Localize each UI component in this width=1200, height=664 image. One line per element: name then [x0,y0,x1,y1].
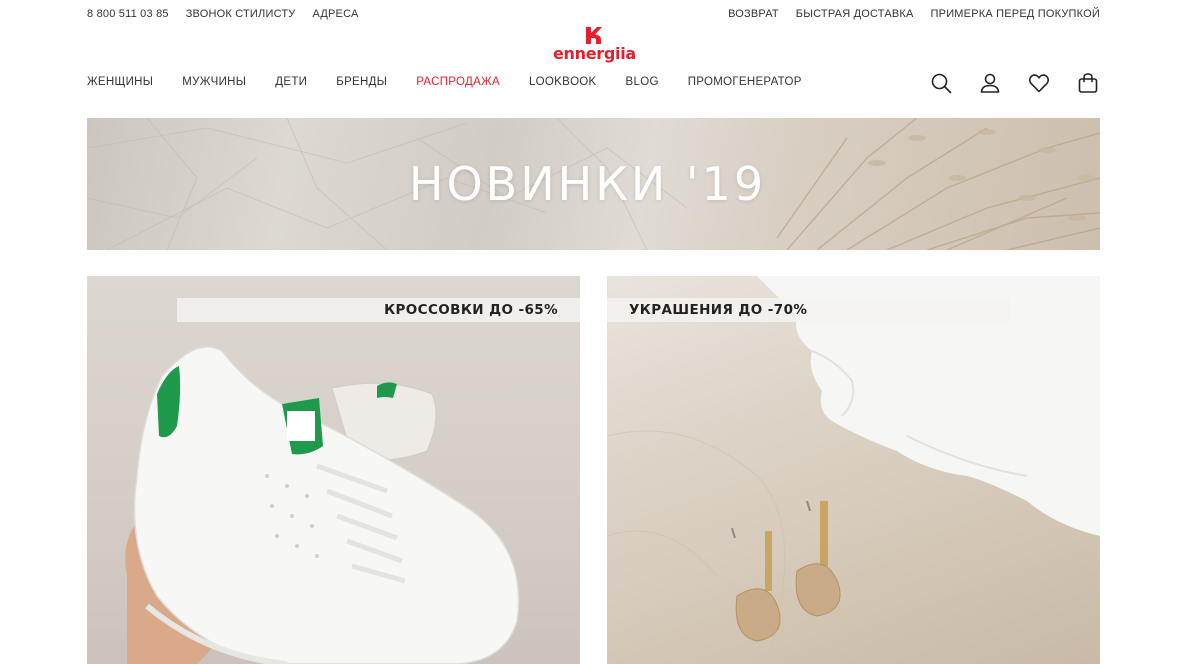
hero-title: НОВИНКИ '19 [408,157,767,211]
header-icons [930,72,1099,94]
top-utility-bar: 8 800 511 03 85 ЗВОНОК СТИЛИСТУ АДРЕСА В… [87,8,1100,22]
nav-women[interactable]: ЖЕНЩИНЫ [87,76,153,88]
logo-text: ennergiia [553,44,636,63]
nav-men[interactable]: МУЖЧИНЫ [182,76,246,88]
call-stylist-link[interactable]: ЗВОНОК СТИЛИСТУ [186,8,296,22]
fast-delivery-link[interactable]: БЫСТРАЯ ДОСТАВКА [796,8,914,22]
promo-card-jewelry[interactable]: УКРАШЕНИЯ ДО -70% [607,276,1100,664]
main-nav: ЖЕНЩИНЫ МУЖЧИНЫ ДЕТИ БРЕНДЫ РАСПРОДАЖА L… [87,76,802,88]
returns-link[interactable]: ВОЗВРАТ [728,8,779,22]
addresses-link[interactable]: АДРЕСА [312,8,358,22]
heart-icon[interactable] [1028,72,1050,94]
search-icon[interactable] [930,72,952,94]
site-logo[interactable]: ennergiia [553,26,636,66]
sneaker-image [125,346,520,664]
nav-lookbook[interactable]: LOOKBOOK [529,76,597,88]
user-icon[interactable] [979,72,1001,94]
jewelry-image [607,276,1100,664]
nav-kids[interactable]: ДЕТИ [275,76,307,88]
top-right-links: ВОЗВРАТ БЫСТРАЯ ДОСТАВКА ПРИМЕРКА ПЕРЕД … [728,8,1100,22]
promo-label-sneakers: КРОССОВКИ ДО -65% [177,298,580,322]
promo-label-jewelry: УКРАШЕНИЯ ДО -70% [607,298,1010,322]
try-before-buy-link[interactable]: ПРИМЕРКА ПЕРЕД ПОКУПКОЙ [931,8,1100,22]
nav-sale[interactable]: РАСПРОДАЖА [416,76,500,88]
top-left-links: 8 800 511 03 85 ЗВОНОК СТИЛИСТУ АДРЕСА [87,8,359,22]
hero-banner[interactable]: НОВИНКИ '19 [87,118,1100,250]
nav-promo-generator[interactable]: ПРОМОГЕНЕРАТОР [688,76,802,88]
nav-blog[interactable]: BLOG [626,76,659,88]
logo-mark-icon [586,27,602,44]
phone-link[interactable]: 8 800 511 03 85 [87,8,169,22]
promo-card-sneakers[interactable]: КРОССОВКИ ДО -65% [87,276,580,664]
nav-brands[interactable]: БРЕНДЫ [336,76,387,88]
bag-icon[interactable] [1077,72,1099,94]
